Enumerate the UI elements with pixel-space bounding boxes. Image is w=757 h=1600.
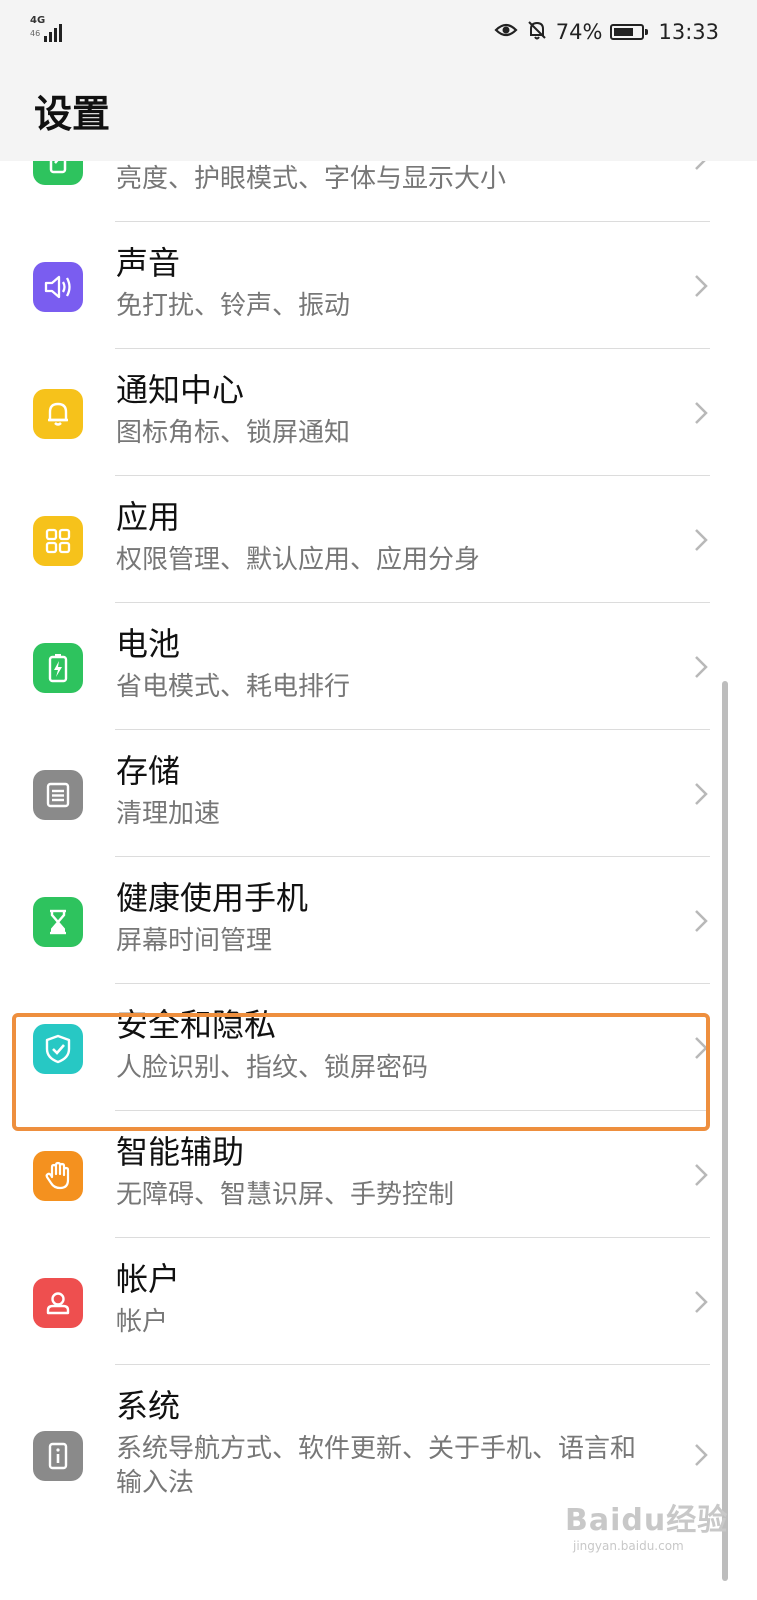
- battery-icon: [610, 24, 649, 40]
- item-title: 电池: [116, 625, 181, 663]
- eye-comfort-icon: [494, 20, 518, 45]
- chevron-right-icon: [695, 275, 708, 297]
- highlight-box: [12, 1013, 710, 1131]
- scrollbar[interactable]: [722, 681, 728, 1581]
- apps-grid-icon: [33, 516, 83, 566]
- chevron-right-icon: [695, 161, 706, 170]
- page-header: 设置: [0, 64, 757, 161]
- clock: 13:33: [658, 20, 719, 44]
- display-icon: [33, 161, 83, 185]
- status-bar: 4G 46 74% 13:33: [0, 0, 757, 64]
- chevron-right-icon: [695, 783, 708, 805]
- settings-list[interactable]: 显示 亮度、护眼模式、字体与显示大小 声音 免打扰、铃声、振动 通知中心 图标角…: [0, 161, 757, 1600]
- bell-icon: [33, 389, 83, 439]
- signal-indicator: 4G 46: [30, 16, 70, 44]
- item-title: 声音: [116, 244, 181, 282]
- sound-icon: [33, 262, 83, 312]
- item-subtitle: 屏幕时间管理: [116, 926, 273, 956]
- item-subtitle: 图标角标、锁屏通知: [116, 418, 351, 448]
- chevron-right-icon: [695, 1291, 708, 1313]
- settings-item-storage[interactable]: 存储 清理加速: [0, 730, 757, 857]
- hourglass-icon: [33, 897, 83, 947]
- item-subtitle: 免打扰、铃声、振动: [116, 291, 351, 321]
- network-sub: 46: [30, 29, 41, 38]
- account-icon: [33, 1278, 83, 1328]
- chevron-right-icon: [695, 910, 708, 932]
- battery-percent: 74%: [555, 20, 603, 44]
- settings-item-battery[interactable]: 电池 省电模式、耗电排行: [0, 603, 757, 730]
- chevron-right-icon: [695, 656, 708, 678]
- chevron-right-icon: [695, 1164, 708, 1186]
- item-title: 健康使用手机: [116, 879, 309, 917]
- item-subtitle: 省电模式、耗电排行: [116, 672, 351, 702]
- chevron-right-icon: [695, 529, 708, 551]
- signal-bars-icon: [44, 22, 68, 42]
- item-subtitle: 清理加速: [116, 799, 221, 829]
- item-subtitle: 亮度、护眼模式、字体与显示大小: [116, 164, 507, 194]
- chevron-right-icon: [695, 1444, 708, 1466]
- watermark-main: Baidu经验: [565, 1503, 729, 1538]
- storage-icon: [33, 770, 83, 820]
- system-info-icon: [33, 1431, 83, 1481]
- item-title: 通知中心: [116, 371, 245, 409]
- battery-charge-icon: [33, 643, 83, 693]
- settings-item-digital-balance[interactable]: 健康使用手机 屏幕时间管理: [0, 857, 757, 984]
- settings-item-notifications[interactable]: 通知中心 图标角标、锁屏通知: [0, 349, 757, 476]
- item-subtitle: 帐户: [116, 1307, 169, 1337]
- item-title: 应用: [116, 498, 181, 536]
- bell-muted-icon: [526, 19, 548, 46]
- page-title: 设置: [34, 92, 111, 136]
- watermark-sub: jingyan.baidu.com: [573, 1539, 684, 1553]
- hand-icon: [33, 1151, 83, 1201]
- settings-item-display[interactable]: 显示 亮度、护眼模式、字体与显示大小: [0, 161, 757, 222]
- item-title: 存储: [116, 752, 181, 790]
- network-type: 4G: [30, 15, 46, 26]
- settings-item-apps[interactable]: 应用 权限管理、默认应用、应用分身: [0, 476, 757, 603]
- item-subtitle: 无障碍、智慧识屏、手势控制: [116, 1180, 455, 1210]
- item-subtitle: 权限管理、默认应用、应用分身: [116, 545, 481, 575]
- item-title: 智能辅助: [116, 1133, 245, 1171]
- item-title: 系统: [116, 1387, 181, 1425]
- chevron-right-icon: [695, 402, 708, 424]
- settings-item-account[interactable]: 帐户 帐户: [0, 1238, 757, 1365]
- watermark: Baidu经验 jingyan.baidu.com: [565, 1495, 728, 1553]
- item-title: 帐户: [116, 1260, 181, 1298]
- item-subtitle: 系统导航方式、软件更新、关于手机、语言和输入法: [116, 1434, 637, 1498]
- settings-item-sound[interactable]: 声音 免打扰、铃声、振动: [0, 222, 757, 349]
